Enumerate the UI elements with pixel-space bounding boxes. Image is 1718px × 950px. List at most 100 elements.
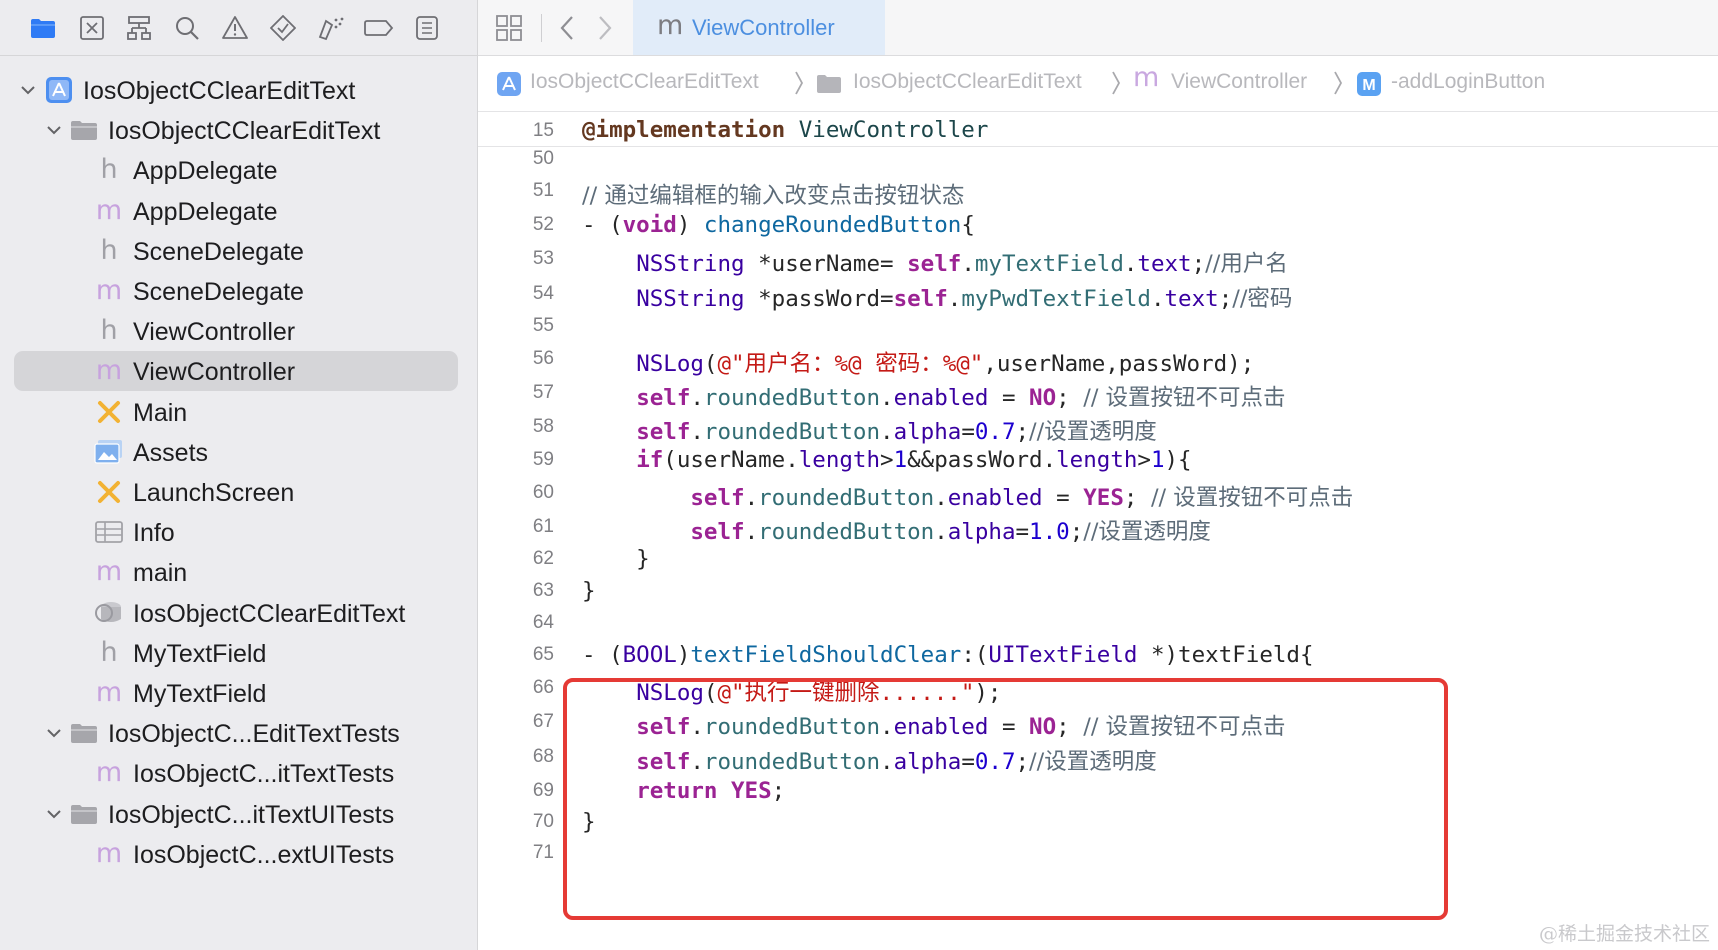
tree-item[interactable]: m IosObjectC...extUITests bbox=[0, 834, 478, 874]
chevron-down-icon[interactable] bbox=[42, 118, 66, 142]
tree-item[interactable]: IosObjectCClearEditText bbox=[0, 593, 478, 633]
line-number: 50 bbox=[532, 148, 554, 169]
tree-item-label: SceneDelegate bbox=[133, 237, 304, 266]
tree-item[interactable]: m SceneDelegate bbox=[0, 271, 478, 311]
code-line[interactable]: 65 - (BOOL)textFieldShouldClear:(UITextFi… bbox=[478, 638, 1718, 672]
code-line[interactable]: 61 self.roundedButton.alpha=1.0;//设置透明度 bbox=[478, 510, 1718, 545]
code-line[interactable]: 69 return YES; bbox=[478, 774, 1718, 808]
code-line[interactable]: 57 self.roundedButton.enabled = NO; // 设… bbox=[478, 376, 1718, 411]
folder-icon[interactable] bbox=[28, 13, 58, 43]
code-line[interactable]: 59 if(userName.length>1&&passWord.length… bbox=[478, 443, 1718, 477]
code-line[interactable]: 63} bbox=[478, 574, 1718, 608]
file-icon-wrap bbox=[68, 799, 100, 829]
code-token: enabled bbox=[893, 385, 989, 411]
tree-item[interactable]: m ViewController bbox=[0, 351, 478, 392]
code-line[interactable]: 55 bbox=[478, 309, 1718, 343]
breadcrumb-item[interactable]: IosObjectCClearEditText bbox=[530, 70, 759, 94]
breadcrumb-item[interactable]: IosObjectCClearEditText bbox=[853, 70, 1082, 94]
breadcrumb-icon bbox=[496, 71, 522, 102]
implementation-file-icon: m bbox=[95, 355, 123, 387]
code-token: text bbox=[1137, 251, 1192, 277]
breadcrumb-item[interactable]: ViewController bbox=[1171, 70, 1307, 94]
code-line[interactable]: 67 self.roundedButton.enabled = NO; // 设… bbox=[478, 705, 1718, 740]
tree-item[interactable]: m MyTextField bbox=[0, 673, 478, 713]
breakpoint-icon[interactable] bbox=[364, 13, 394, 43]
tree-item-label: AppDelegate bbox=[133, 197, 278, 226]
code-line[interactable]: 70} bbox=[478, 805, 1718, 839]
code-token: ; bbox=[771, 778, 786, 804]
tree-item[interactable]: IosObjectCClearEditText bbox=[0, 110, 478, 150]
chevron-left-icon[interactable] bbox=[558, 13, 576, 48]
chevron-right-icon[interactable] bbox=[596, 13, 614, 48]
code-line[interactable]: 66 NSLog(@"执行一键删除......"); bbox=[478, 671, 1718, 706]
tree-item[interactable]: h ViewController bbox=[0, 311, 478, 351]
code-token: = bbox=[1042, 485, 1084, 511]
source-control-icon[interactable] bbox=[77, 13, 107, 43]
code-line[interactable]: 53 NSString *userName= self.myTextField.… bbox=[478, 242, 1718, 278]
tab-label: ViewController bbox=[692, 15, 835, 40]
code-text: NSString *userName= self.myTextField.tex… bbox=[582, 246, 1288, 278]
code-line[interactable]: 58 self.roundedButton.alpha=0.7;//设置透明度 bbox=[478, 410, 1718, 445]
test-icon[interactable] bbox=[268, 13, 298, 43]
chevron-down-icon[interactable] bbox=[42, 721, 66, 745]
hierarchy-icon[interactable] bbox=[124, 13, 154, 43]
editor-tab-bar: m ViewController bbox=[478, 0, 1718, 56]
debug-icon[interactable] bbox=[316, 13, 346, 43]
search-icon[interactable] bbox=[172, 13, 202, 43]
code-line[interactable]: 71 bbox=[478, 836, 1718, 870]
breadcrumb-icon bbox=[816, 74, 842, 99]
tree-item[interactable]: m AppDelegate bbox=[0, 191, 478, 231]
chevron-down-icon[interactable] bbox=[42, 802, 66, 826]
code-token: roundedButton bbox=[703, 419, 881, 445]
code-line[interactable]: 62 } bbox=[478, 542, 1718, 576]
implementation-file-icon: m bbox=[95, 757, 123, 789]
breadcrumb-item[interactable]: -addLoginButton bbox=[1391, 70, 1545, 94]
M: M bbox=[1356, 71, 1382, 97]
tab-viewcontroller[interactable]: m ViewController bbox=[633, 0, 885, 55]
grid-icon[interactable] bbox=[496, 15, 522, 46]
tree-item[interactable]: IosObjectC...EditTextTests bbox=[0, 713, 478, 753]
tree-item[interactable]: h AppDelegate bbox=[0, 150, 478, 190]
code-token: ; bbox=[1123, 485, 1151, 511]
tree-item[interactable]: IosObjectCClearEditText bbox=[0, 70, 478, 110]
tree-item-label: main bbox=[133, 559, 188, 588]
tree-item[interactable]: IosObjectC...itTextUITests bbox=[0, 794, 478, 834]
code-token: NO bbox=[1029, 385, 1057, 411]
code-line[interactable]: 54 NSString *passWord=self.myPwdTextFiel… bbox=[478, 277, 1718, 312]
code-editor[interactable]: 15 @implementation ViewController 50 51 // … bbox=[478, 112, 1718, 950]
tree-item[interactable]: m main bbox=[0, 552, 478, 592]
tree-item-label: ViewController bbox=[133, 318, 296, 347]
warning-icon[interactable] bbox=[220, 13, 250, 43]
code-text: self.roundedButton.enabled = YES; // 设置按… bbox=[582, 480, 1353, 512]
line-number: 61 bbox=[532, 516, 554, 537]
code-token: self bbox=[636, 419, 691, 445]
code-line[interactable]: 68 self.roundedButton.alpha=0.7;//设置透明度 bbox=[478, 740, 1718, 775]
code-token: ) bbox=[676, 642, 691, 668]
tree-item[interactable]: Assets bbox=[0, 432, 478, 472]
code-token: // 设置按钮不可点击 bbox=[1083, 385, 1286, 411]
chevron-down-icon[interactable] bbox=[16, 78, 40, 102]
code-line[interactable]: 50 bbox=[478, 142, 1718, 176]
report-icon[interactable] bbox=[412, 13, 442, 43]
line-number: 67 bbox=[532, 711, 554, 732]
code-line[interactable]: 56 NSLog(@"用户名：%@ 密码：%@",userName,passWo… bbox=[478, 342, 1718, 377]
file-icon-wrap bbox=[93, 598, 125, 628]
code-line[interactable]: 52 - (void) changeRoundedButton{ bbox=[478, 208, 1718, 242]
tree-item[interactable]: LaunchScreen bbox=[0, 472, 478, 512]
code-token: self bbox=[690, 485, 745, 511]
tree-item-label: SceneDelegate bbox=[133, 278, 304, 306]
code-line[interactable]: 64 bbox=[478, 606, 1718, 640]
code-line[interactable]: 51 // 通过编辑框的输入改变点击按钮状态 bbox=[478, 174, 1718, 209]
tree-item[interactable]: h SceneDelegate bbox=[0, 231, 478, 271]
tree-item[interactable]: h MyTextField bbox=[0, 633, 478, 673]
tree-item[interactable]: Main bbox=[0, 392, 478, 432]
code-token: :( bbox=[961, 642, 989, 668]
tree-item[interactable]: m IosObjectC...itTextTests bbox=[0, 753, 478, 793]
tree-item[interactable]: Info bbox=[0, 512, 478, 552]
tree-item-label: IosObjectCClearEditText bbox=[133, 599, 406, 628]
code-token: ViewController bbox=[798, 117, 989, 143]
code-line[interactable]: 60 self.roundedButton.enabled = YES; // … bbox=[478, 476, 1718, 512]
tree-item-label: IosObjectC...itTextUITests bbox=[108, 800, 395, 829]
